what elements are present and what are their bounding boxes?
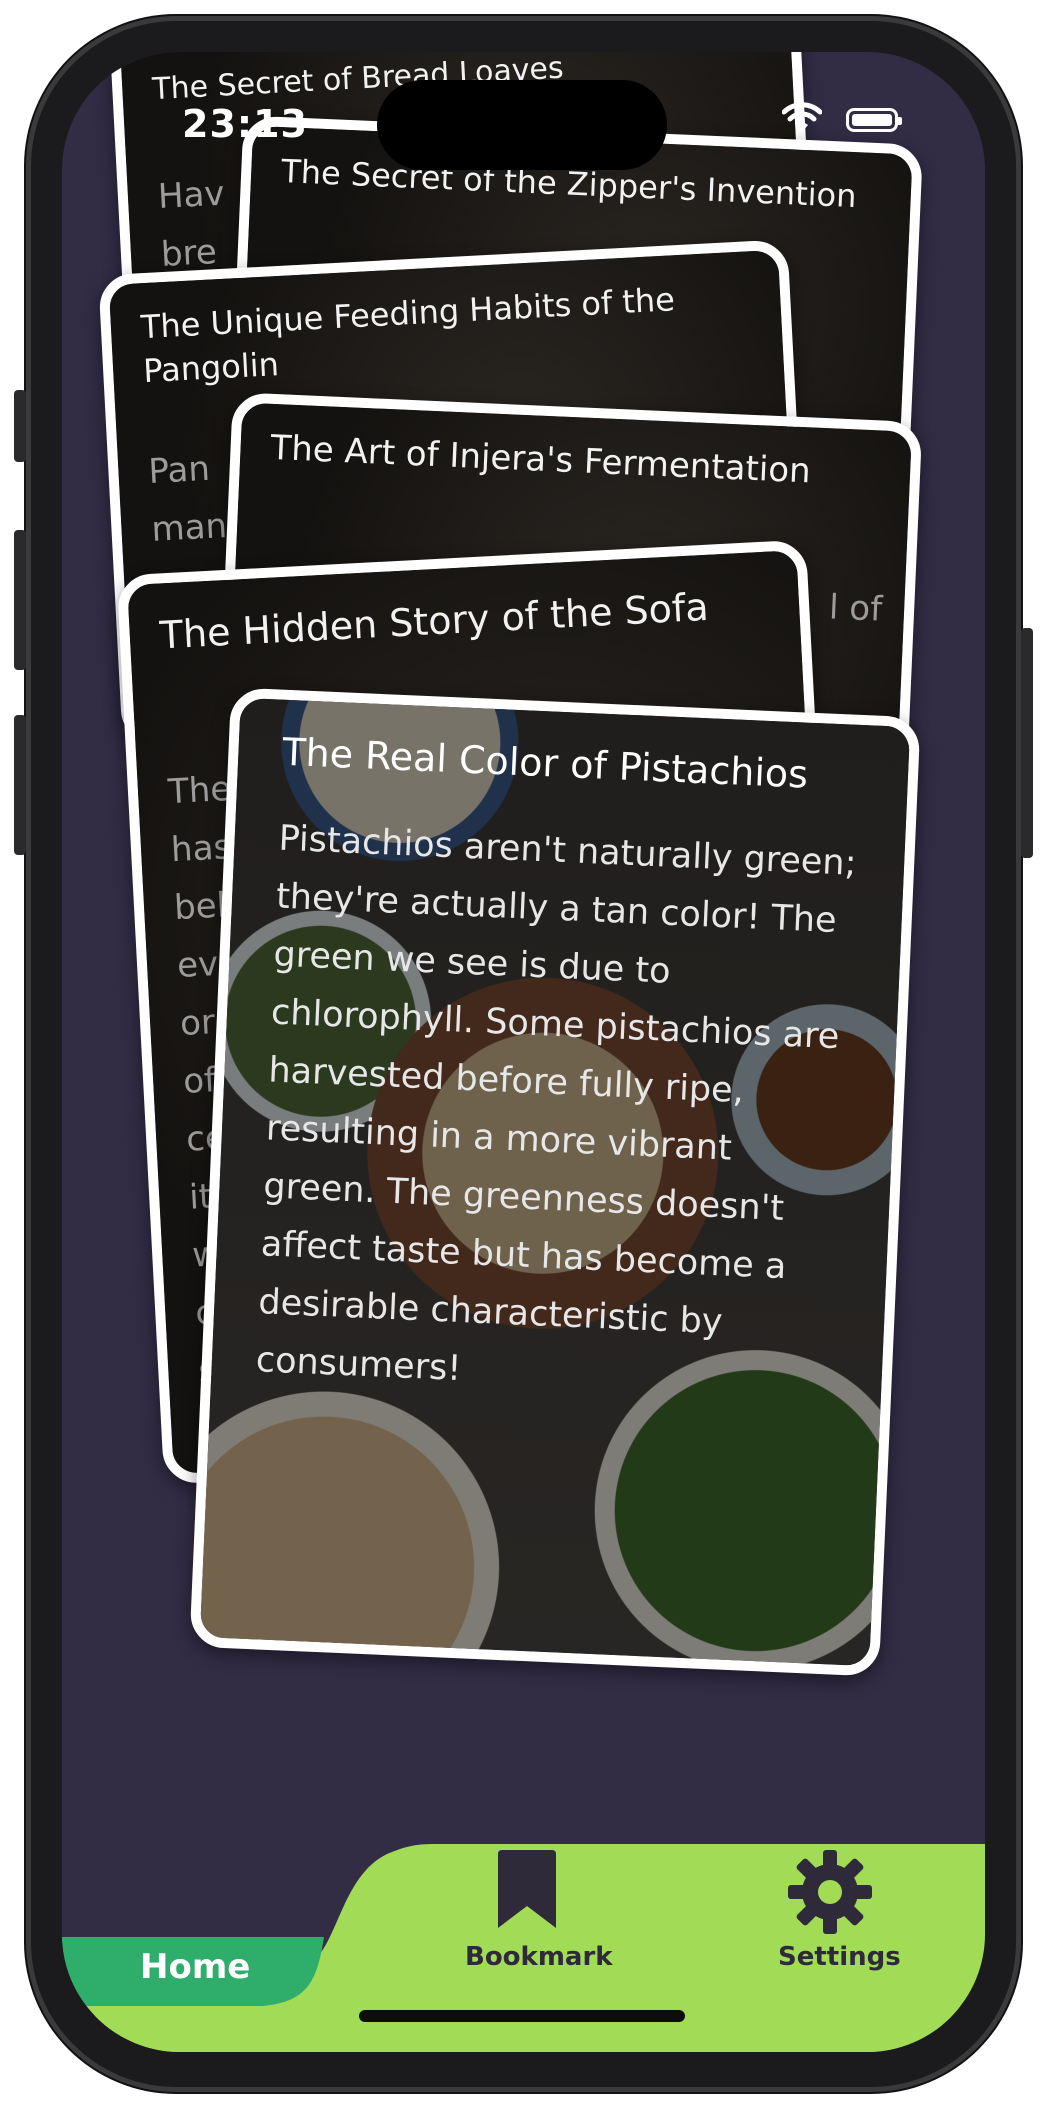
status-time: 23:13 xyxy=(182,102,308,146)
gear-icon xyxy=(788,1850,872,1934)
battery-icon xyxy=(846,108,902,132)
tab-bookmark-label: Bookmark xyxy=(465,1942,613,1972)
bottom-tab-bar: Home Bookmark Settings xyxy=(62,1832,985,2052)
dynamic-island xyxy=(377,80,667,170)
card-body: Pistachios aren't naturally green; they'… xyxy=(255,818,858,1390)
home-indicator[interactable] xyxy=(359,2010,685,2022)
fact-card-pistachios[interactable]: The Real Color of Pistachios Pistachios … xyxy=(189,687,921,1677)
app-screen: The Secret of Bread Loaves Hav bre The S… xyxy=(62,52,985,2052)
tab-bookmark[interactable]: Bookmark xyxy=(457,1850,613,1980)
tab-settings[interactable]: Settings xyxy=(760,1850,901,1980)
wifi-icon xyxy=(782,102,822,132)
tab-home[interactable]: Home xyxy=(62,1937,322,2007)
power-button xyxy=(1021,628,1033,858)
tab-home-label: Home xyxy=(140,1947,251,1987)
tab-settings-label: Settings xyxy=(778,1942,901,1972)
action-button xyxy=(14,390,26,462)
volume-up-button xyxy=(14,530,26,670)
volume-down-button xyxy=(14,715,26,855)
bookmark-icon xyxy=(498,1850,556,1928)
